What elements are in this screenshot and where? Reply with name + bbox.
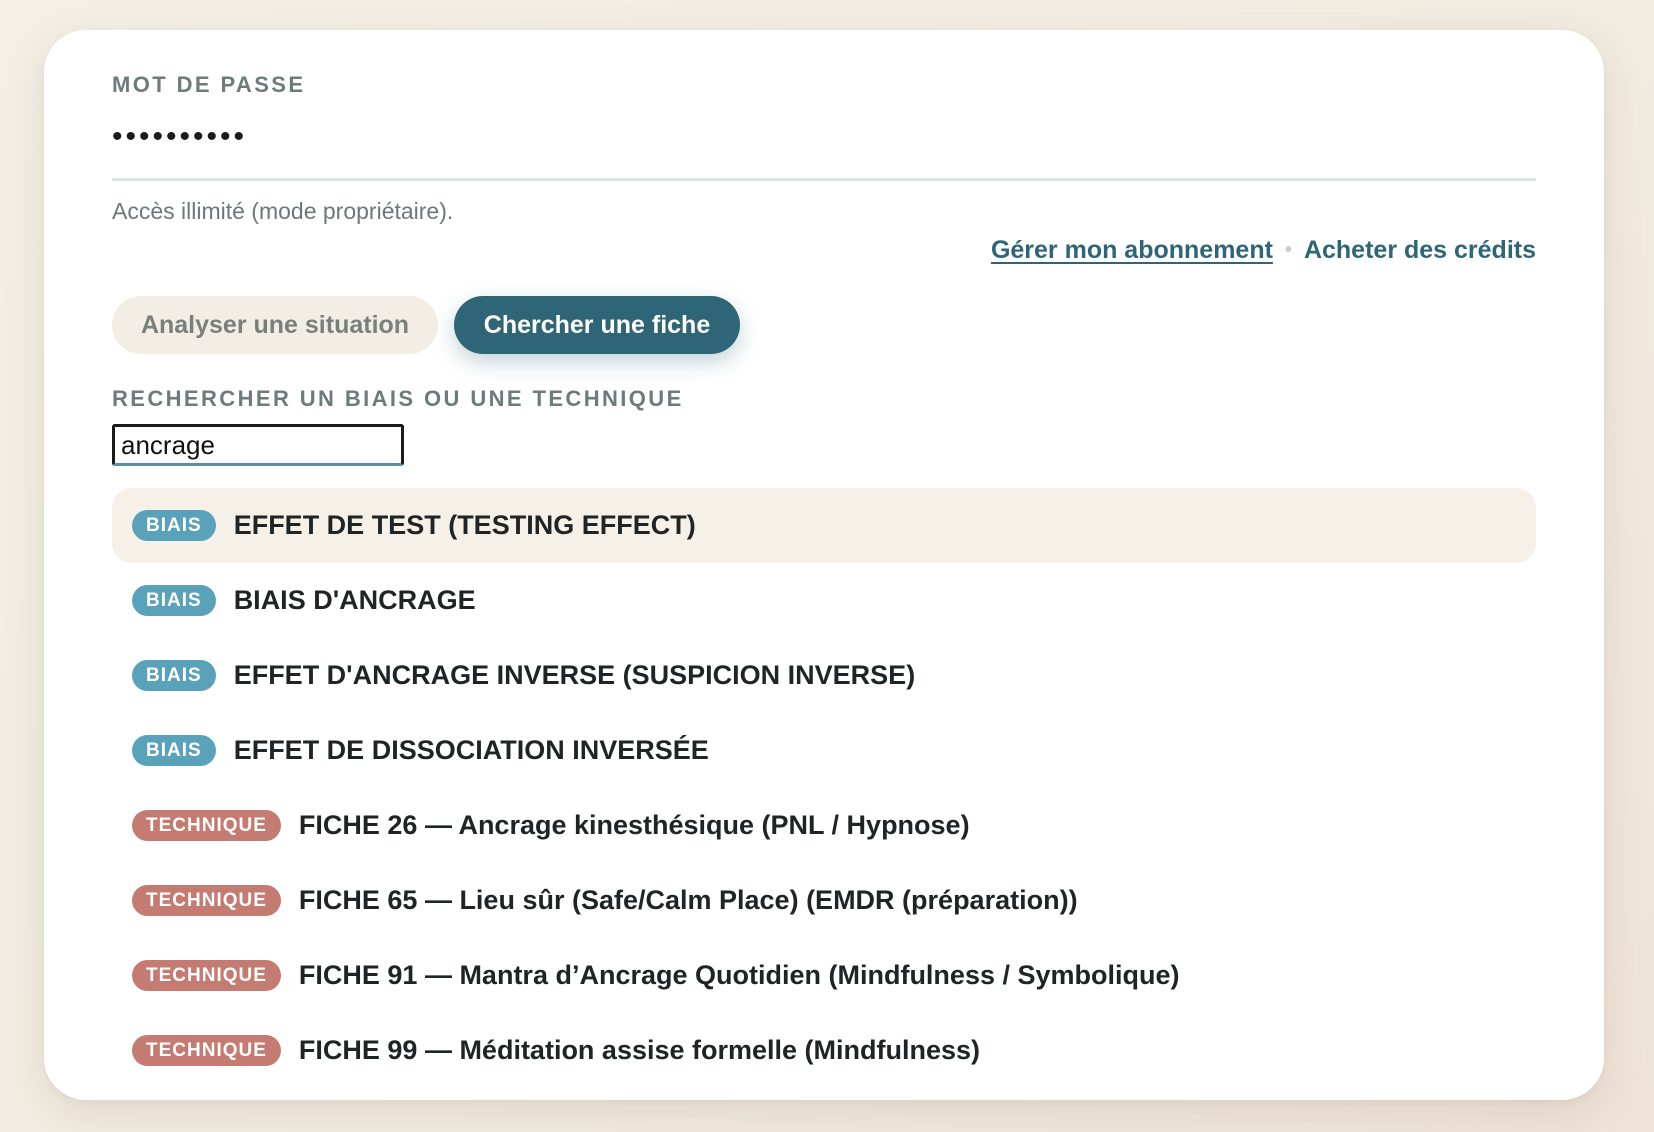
result-title: BIAIS D'ANCRAGE (233, 585, 476, 615)
result-item[interactable]: BIAIS EFFET DE DISSOCIATION INVERSÉE (112, 713, 1536, 788)
search-sheet-button[interactable]: Chercher une fiche (454, 296, 740, 354)
result-item[interactable]: TECHNIQUE FICHE 65 — Lieu sûr (Safe/Calm … (112, 863, 1536, 938)
result-title: FICHE 91 — Mantra d’Ancrage Quotidien (M… (298, 960, 1180, 990)
technique-badge: TECHNIQUE (132, 1035, 281, 1066)
technique-badge: TECHNIQUE (132, 885, 281, 916)
result-title: FICHE 99 — Méditation assise formelle (M… (298, 1035, 981, 1065)
analyse-situation-button[interactable]: Analyser une situation (112, 296, 438, 354)
result-item[interactable]: TECHNIQUE FICHE 26 — Ancrage kinesthésiqu… (112, 788, 1536, 863)
biais-badge: BIAIS (132, 735, 216, 766)
account-card: MOT DE PASSE •••••••••• Accès illimité (… (44, 30, 1604, 1100)
technique-badge: TECHNIQUE (132, 960, 281, 991)
password-field[interactable]: •••••••••• (112, 122, 1536, 152)
result-title: FICHE 26 — Ancrage kinesthésique (PNL / … (298, 810, 970, 840)
results-list: BIAIS EFFET DE TEST (TESTING EFFECT) BIAIS… (112, 488, 1536, 1088)
search-input[interactable] (112, 424, 404, 466)
technique-badge: TECHNIQUE (132, 810, 281, 841)
result-item[interactable]: TECHNIQUE FICHE 91 — Mantra d’Ancrage Quo… (112, 938, 1536, 1013)
result-item[interactable]: BIAIS BIAIS D'ANCRAGE (112, 563, 1536, 638)
password-underline (112, 178, 1536, 181)
password-label: MOT DE PASSE (112, 72, 306, 97)
account-links: Gérer mon abonnement • Acheter des crédi… (991, 236, 1536, 265)
link-separator: • (1284, 239, 1292, 261)
result-title: EFFET DE TEST (TESTING EFFECT) (233, 510, 696, 540)
result-title: FICHE 65 — Lieu sûr (Safe/Calm Place) (E… (298, 885, 1078, 915)
result-title: EFFET D'ANCRAGE INVERSE (SUSPICION INVER… (233, 660, 916, 690)
search-label: RECHERCHER UN BIAIS OU UNE TECHNIQUE (112, 386, 684, 411)
biais-badge: BIAIS (132, 660, 216, 691)
biais-badge: BIAIS (132, 585, 216, 616)
result-title: EFFET DE DISSOCIATION INVERSÉE (233, 735, 709, 765)
buy-credits-link[interactable]: Acheter des crédits (1304, 236, 1536, 265)
result-item[interactable]: BIAIS EFFET D'ANCRAGE INVERSE (SUSPICION … (112, 638, 1536, 713)
access-status-note: Accès illimité (mode propriétaire). (112, 198, 454, 224)
biais-badge: BIAIS (132, 510, 216, 541)
result-item[interactable]: TECHNIQUE FICHE 99 — Méditation assise fo… (112, 1013, 1536, 1088)
result-item[interactable]: BIAIS EFFET DE TEST (TESTING EFFECT) (112, 488, 1536, 563)
manage-subscription-link[interactable]: Gérer mon abonnement (991, 236, 1273, 265)
